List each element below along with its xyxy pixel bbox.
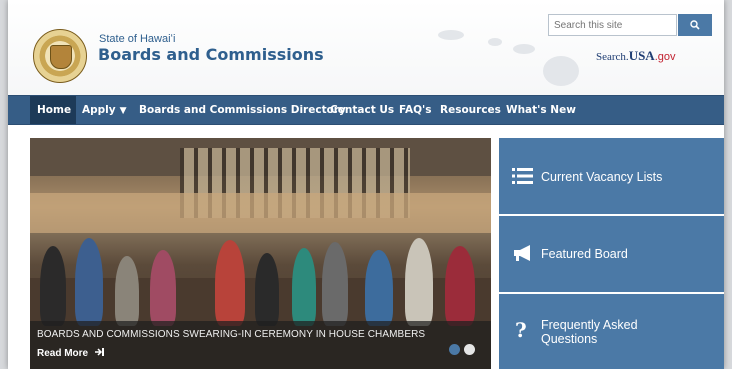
carousel-caption: BOARDS AND COMMISSIONS SWEARING-IN CEREM… <box>37 329 426 340</box>
nav-item-resources[interactable]: Resources <box>434 96 507 124</box>
site-header: State of Hawaiʻi Boards and Commissions … <box>8 0 724 95</box>
nav-item-apply[interactable]: Apply ▼ <box>76 96 133 124</box>
hero-photo-person <box>445 246 475 326</box>
tile-label: Current Vacancy Lists <box>541 170 663 184</box>
question-icon: ? <box>515 318 527 342</box>
carousel-dot-1[interactable] <box>449 344 460 355</box>
usa-text: USA <box>628 48 655 63</box>
chevron-down-icon: ▼ <box>119 106 127 116</box>
hero-photo-person <box>292 248 316 326</box>
site-title[interactable]: Boards and Commissions <box>98 45 324 64</box>
search-button[interactable] <box>678 14 712 36</box>
search-icon <box>690 20 700 30</box>
list-icon <box>512 168 533 184</box>
nav-item-faq[interactable]: FAQ's <box>393 96 437 124</box>
hawaii-map-decoration <box>513 44 535 54</box>
hero-photo-person <box>365 250 393 326</box>
hero-photo-person <box>115 256 139 326</box>
hero-photo-person <box>150 250 176 326</box>
arrow-right-circle-icon <box>94 348 104 356</box>
seal-shield-icon <box>50 45 72 69</box>
browser-page: State of Hawaiʻi Boards and Commissions … <box>8 0 724 369</box>
usa-search-text: Search. <box>596 51 629 63</box>
nav-label: Resources <box>440 104 501 116</box>
hero-photo-gallery <box>30 193 491 233</box>
nav-item-contact[interactable]: Contact Us <box>324 96 400 124</box>
carousel-dot-2[interactable] <box>464 344 475 355</box>
megaphone-icon <box>514 245 530 261</box>
tile-label-line1: Frequently Asked <box>541 318 638 332</box>
search-input[interactable] <box>548 14 677 36</box>
usa-gov-link[interactable]: Search.USA.gov <box>596 48 676 64</box>
hero-photo-person <box>215 240 245 326</box>
nav-item-directory[interactable]: Boards and Commissions Directory <box>133 96 352 124</box>
read-more-label: Read More <box>37 348 89 359</box>
hawaii-map-decoration <box>488 38 502 46</box>
nav-item-home[interactable]: Home <box>30 96 76 124</box>
nav-item-whats-new[interactable]: What's New <box>500 96 582 124</box>
tile-label-multiline: Frequently Asked Questions <box>541 318 638 346</box>
tile-label-line2: Questions <box>541 332 598 346</box>
nav-label: Apply <box>82 104 116 116</box>
nav-label: FAQ's <box>399 104 432 116</box>
nav-label: Contact Us <box>330 104 395 116</box>
usa-gov-text: .gov <box>654 51 676 63</box>
hero-photo-person <box>75 238 103 326</box>
hero-photo-person <box>405 238 433 326</box>
tile-frequently-asked-questions[interactable]: ? Frequently Asked Questions <box>499 294 724 369</box>
nav-label: Home <box>37 104 72 116</box>
hero-photo-person <box>40 246 66 326</box>
tile-current-vacancy-lists[interactable]: Current Vacancy Lists <box>499 138 724 214</box>
nav-label: What's New <box>506 104 576 116</box>
site-pretitle: State of Hawaiʻi <box>99 33 176 45</box>
hero-photo-person <box>255 253 279 326</box>
read-more-link[interactable]: Read More <box>37 347 105 359</box>
main-nav: Home Apply ▼ Boards and Commissions Direc… <box>8 95 724 125</box>
hawaii-map-decoration <box>438 30 464 40</box>
hawaii-map-decoration <box>543 56 579 86</box>
tile-featured-board[interactable]: Featured Board <box>499 216 724 292</box>
state-seal-logo[interactable] <box>33 29 87 83</box>
tile-label: Featured Board <box>541 247 628 261</box>
hero-photo-person <box>322 242 348 326</box>
hero-carousel[interactable]: BOARDS AND COMMISSIONS SWEARING-IN CEREM… <box>30 138 491 369</box>
nav-label: Boards and Commissions Directory <box>139 104 346 116</box>
